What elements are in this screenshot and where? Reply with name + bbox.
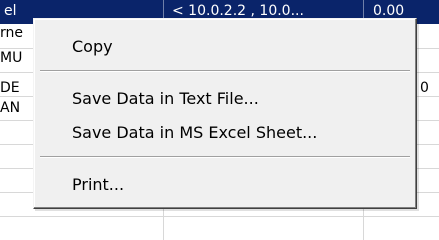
menu-item-save-excel-sheet[interactable]: Save Data in MS Excel Sheet... <box>72 123 317 143</box>
menu-separator <box>40 156 410 158</box>
table-cell[interactable]: 0 <box>420 80 439 96</box>
table-cell[interactable]: MU <box>0 50 33 66</box>
menu-item-print[interactable]: Print... <box>72 175 124 195</box>
menu-item-copy[interactable]: Copy <box>72 37 113 57</box>
table-cell[interactable]: rne <box>0 25 33 41</box>
table-cell[interactable]: DE <box>0 80 33 96</box>
menu-separator <box>40 70 410 72</box>
menu-item-save-text-file[interactable]: Save Data in Text File... <box>72 89 259 109</box>
row-divider <box>0 216 439 217</box>
table-cell[interactable]: AN <box>0 100 33 116</box>
context-menu: Copy Save Data in Text File... Save Data… <box>33 18 417 209</box>
